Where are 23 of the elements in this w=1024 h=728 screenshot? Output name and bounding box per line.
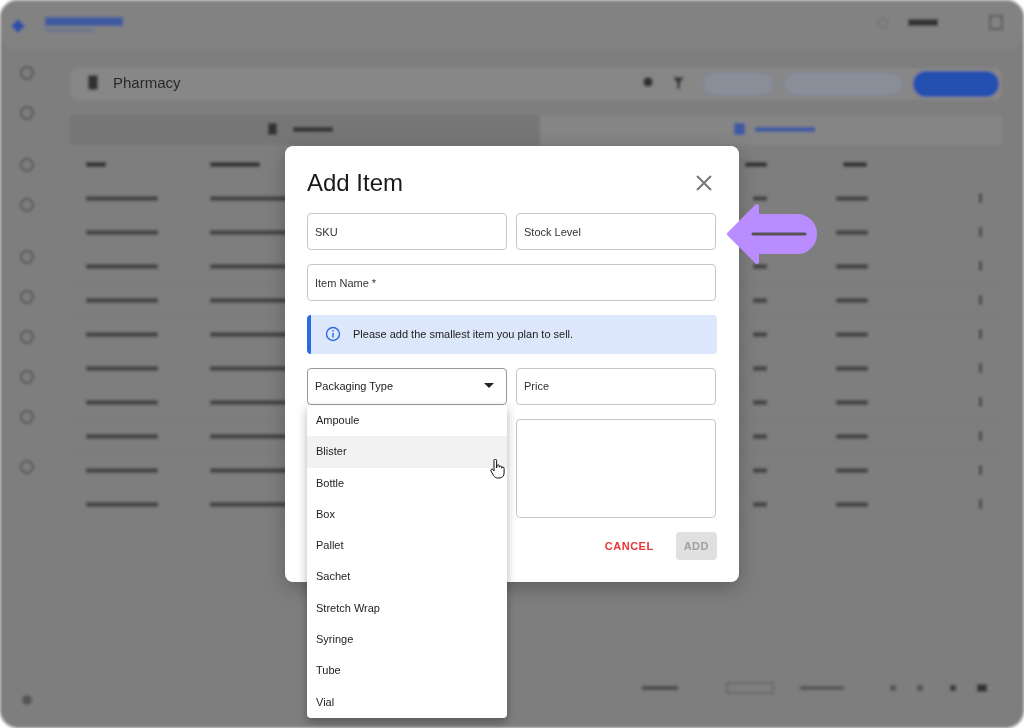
menu-item[interactable]: Tube <box>307 655 507 687</box>
menu-item[interactable]: Sachet <box>307 561 507 593</box>
menu-item[interactable]: Box <box>307 498 507 531</box>
stock-level-field[interactable]: Stock Level <box>516 213 716 251</box>
info-text: Please add the smallest item you plan to sell. <box>353 328 574 341</box>
menu-item[interactable]: Stretch Wrap <box>307 592 507 625</box>
item-name-field[interactable]: Item Name * <box>307 264 716 301</box>
caret-icon <box>484 383 494 390</box>
dialog-title: Add Item <box>307 168 404 197</box>
packaging-type-select[interactable]: Packaging Type <box>307 368 507 405</box>
menu-item[interactable]: Blister <box>307 436 507 468</box>
close-icon[interactable] <box>695 173 713 192</box>
menu-item[interactable]: Ampoule <box>307 405 507 437</box>
menu-item[interactable]: Syringe <box>307 624 507 656</box>
menu-item[interactable]: Pallet <box>307 530 507 562</box>
menu-item[interactable]: Vial <box>307 686 507 718</box>
page-title: Pharmacy <box>113 74 181 91</box>
menu-item[interactable]: Bottle <box>307 467 507 499</box>
price-field[interactable]: Price <box>516 368 716 405</box>
cancel-button[interactable]: CANCEL <box>596 532 662 560</box>
sku-field[interactable]: SKU <box>307 213 507 251</box>
notes-field[interactable] <box>516 419 716 518</box>
info-icon <box>325 326 341 343</box>
